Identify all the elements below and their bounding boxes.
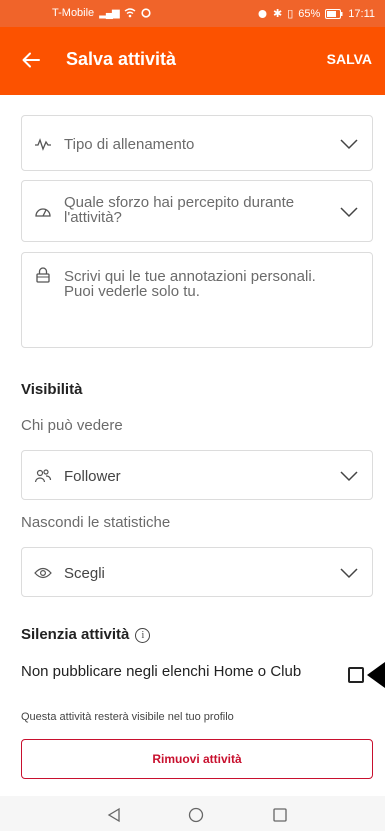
who-can-see-select[interactable]: Follower — [21, 450, 373, 500]
carrier-label: T-Mobile — [52, 7, 95, 19]
gauge-icon — [34, 203, 52, 221]
who-can-see-label: Chi può vedere — [21, 417, 123, 434]
chevron-down-icon — [340, 139, 358, 150]
chevron-down-icon — [340, 568, 358, 579]
system-nav-bar — [0, 796, 385, 831]
nav-home-button[interactable] — [186, 805, 206, 825]
mute-note: Questa attività resterà visibile nel tuo… — [21, 711, 234, 723]
mute-checkbox[interactable] — [348, 667, 364, 683]
visibility-heading: Visibilità — [21, 381, 83, 398]
page-title: Salva attività — [66, 49, 177, 69]
clock: 17:11 — [348, 7, 375, 20]
status-bar: T-Mobile ▂▄▆ ✱ ▯ 65% 17:11 — [0, 0, 385, 27]
triangle-back-icon — [107, 807, 120, 823]
alarm-icon — [258, 10, 267, 18]
eye-icon — [34, 564, 52, 582]
record-icon — [141, 8, 151, 18]
battery-icon — [325, 8, 343, 19]
square-recents-icon — [273, 808, 287, 822]
lock-icon — [34, 266, 52, 284]
back-arrow-icon — [22, 52, 40, 68]
pointer-marker — [367, 662, 385, 688]
signal-icon: ▂▄▆ — [99, 7, 119, 19]
vibrate-icon: ▯ — [287, 8, 294, 20]
perceived-effort-select[interactable]: Quale sforzo hai percepito durante l'att… — [21, 180, 373, 242]
effort-placeholder: Quale sforzo hai percepito durante l'att… — [64, 194, 295, 226]
back-button[interactable] — [16, 45, 46, 75]
remove-activity-button[interactable]: Rimuovi attività — [21, 739, 373, 779]
hide-stats-label: Nascondi le statistiche — [21, 514, 171, 531]
nav-recents-button[interactable] — [270, 805, 290, 825]
mute-activity-title: Silenzia attività — [21, 626, 130, 643]
heart-rate-icon — [34, 135, 52, 153]
workout-type-select[interactable]: Tipo di allenamento — [21, 115, 373, 171]
wifi-icon — [124, 8, 136, 18]
hide-stats-select[interactable]: Scegli — [21, 547, 373, 597]
battery-percent: 65% — [298, 7, 321, 20]
app-bar: Salva attività SALVA — [0, 27, 385, 95]
workout-type-placeholder: Tipo di allenamento — [64, 136, 195, 153]
info-icon[interactable]: i — [135, 628, 151, 643]
mute-option-label: Non pubblicare negli elenchi Home o Club — [21, 663, 302, 680]
circle-home-icon — [188, 807, 204, 823]
hide-stats-value: Scegli — [64, 565, 105, 582]
who-can-see-value: Follower — [64, 468, 121, 485]
mute-activity-heading: Silenzia attività i — [21, 626, 151, 643]
save-button[interactable]: SALVA — [327, 51, 372, 67]
chevron-down-icon — [340, 471, 358, 482]
bluetooth-icon: ✱ — [272, 8, 283, 20]
private-notes-field[interactable]: Scrivi qui le tue annotazioni personali.… — [21, 252, 373, 348]
chevron-down-icon — [340, 207, 358, 218]
nav-back-button[interactable] — [104, 805, 124, 825]
people-icon — [34, 467, 52, 485]
notes-placeholder: Scrivi qui le tue annotazioni personali.… — [64, 268, 316, 300]
